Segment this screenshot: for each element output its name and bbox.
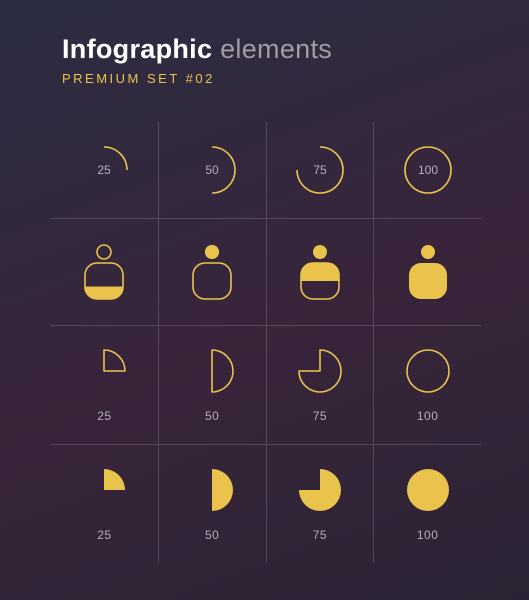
person-75: [267, 219, 375, 325]
person-25-icon: [81, 243, 127, 301]
ring-25: 25: [51, 122, 159, 218]
pie-solid-25-label: 25: [97, 528, 111, 542]
pie-outline-75-label: 75: [313, 409, 327, 423]
row-pie-solid: 25 50 75 100: [51, 445, 481, 563]
pie-outline-100-label: 100: [417, 409, 439, 423]
person-50: [159, 219, 267, 325]
person-75-icon: [297, 243, 343, 301]
pie-solid-50-icon: [188, 466, 236, 514]
person-100: [374, 219, 481, 325]
person-100-icon: [405, 243, 451, 301]
pie-solid-25: 25: [51, 445, 159, 563]
pie-solid-100: 100: [374, 445, 481, 563]
person-25: [51, 219, 159, 325]
ring-label: 25: [98, 163, 112, 177]
svg-text:50: 50: [205, 163, 219, 177]
pie-outline-50-icon: [188, 347, 236, 395]
page-subtitle: PREMIUM SET #02: [62, 71, 529, 86]
header: Infographic elements PREMIUM SET #02: [0, 0, 529, 86]
pie-solid-75-icon: [296, 466, 344, 514]
row-rings: 25 50 75 10: [51, 122, 481, 219]
ring-75-icon: 75: [293, 143, 347, 197]
ring-100: 100: [374, 122, 481, 218]
pie-solid-50-label: 50: [205, 528, 219, 542]
ring-50: 50: [159, 122, 267, 218]
ring-25-icon: 25: [77, 143, 131, 197]
pie-outline-50: 50: [159, 326, 267, 444]
ring-50-icon: 50: [185, 143, 239, 197]
person-50-icon: [189, 243, 235, 301]
svg-text:100: 100: [418, 163, 438, 177]
pie-solid-100-label: 100: [417, 528, 439, 542]
pie-outline-75-icon: [296, 347, 344, 395]
pie-solid-25-icon: [80, 466, 128, 514]
ring-100-icon: 100: [401, 143, 455, 197]
pie-outline-100-icon: [404, 347, 452, 395]
title-bold: Infographic: [62, 34, 212, 64]
title-light: elements: [212, 34, 332, 64]
pie-solid-100-icon: [404, 466, 452, 514]
row-pie-outline: 25 50 75 100: [51, 326, 481, 445]
svg-text:75: 75: [313, 163, 327, 177]
pie-outline-75: 75: [267, 326, 375, 444]
page-title: Infographic elements: [62, 34, 529, 65]
pie-solid-50: 50: [159, 445, 267, 563]
pie-solid-75: 75: [267, 445, 375, 563]
pie-outline-25-label: 25: [97, 409, 111, 423]
pie-solid-75-label: 75: [313, 528, 327, 542]
pie-outline-50-label: 50: [205, 409, 219, 423]
pie-outline-100: 100: [374, 326, 481, 444]
pie-outline-25: 25: [51, 326, 159, 444]
row-persons: [51, 219, 481, 326]
ring-75: 75: [267, 122, 375, 218]
icon-grid: 25 50 75 10: [51, 122, 481, 563]
pie-outline-25-icon: [80, 347, 128, 395]
